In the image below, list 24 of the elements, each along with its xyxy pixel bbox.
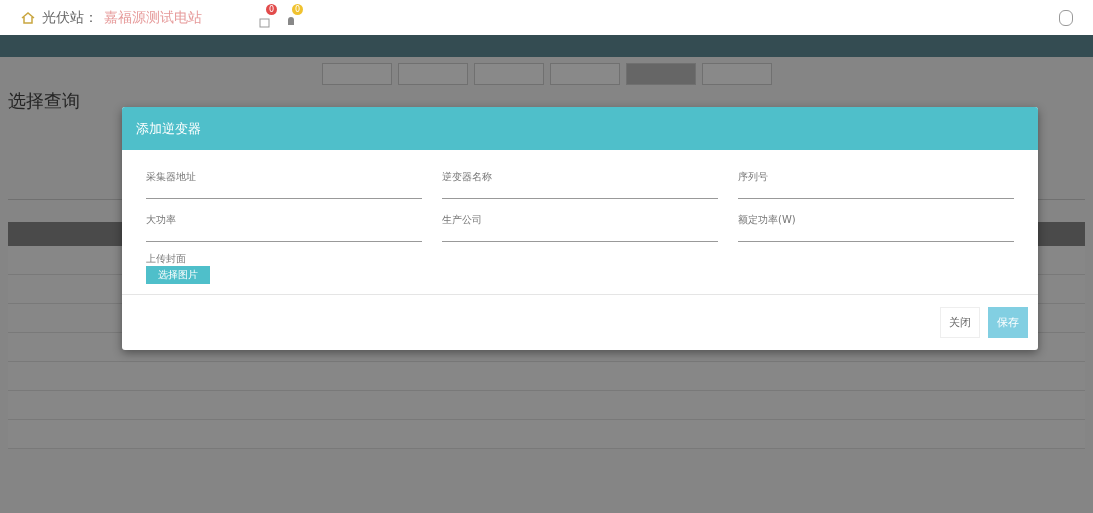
- tab[interactable]: [397, 63, 468, 85]
- tab[interactable]: [701, 63, 772, 85]
- station-label: 光伏站：: [42, 8, 98, 27]
- message-button[interactable]: 0: [258, 7, 278, 28]
- tab[interactable]: [549, 63, 620, 85]
- close-button[interactable]: 关闭: [940, 307, 980, 338]
- field-label: 序列号: [738, 170, 769, 184]
- field-label: 逆变器名称: [442, 170, 493, 184]
- tab[interactable]: [473, 63, 544, 85]
- dialog-title: 添加逆变器: [136, 119, 201, 138]
- save-button[interactable]: 保存: [988, 307, 1028, 338]
- field-label: 大功率: [146, 213, 177, 227]
- alert-count: 0: [292, 3, 304, 15]
- station-name[interactable]: 嘉福源测试电站: [104, 8, 202, 27]
- field-label: 采集器地址: [146, 170, 197, 184]
- message-count: 0: [266, 3, 278, 15]
- page-title: 选择查询: [8, 89, 81, 113]
- field-label: 生产公司: [442, 213, 483, 227]
- tab[interactable]: [321, 63, 392, 85]
- upload-label: 上传封面: [146, 252, 187, 266]
- user-icon[interactable]: [1059, 9, 1073, 26]
- choose-image-button[interactable]: 选择图片: [146, 266, 210, 284]
- field-label: 额定功率(W): [738, 213, 797, 227]
- house-icon: [20, 9, 36, 26]
